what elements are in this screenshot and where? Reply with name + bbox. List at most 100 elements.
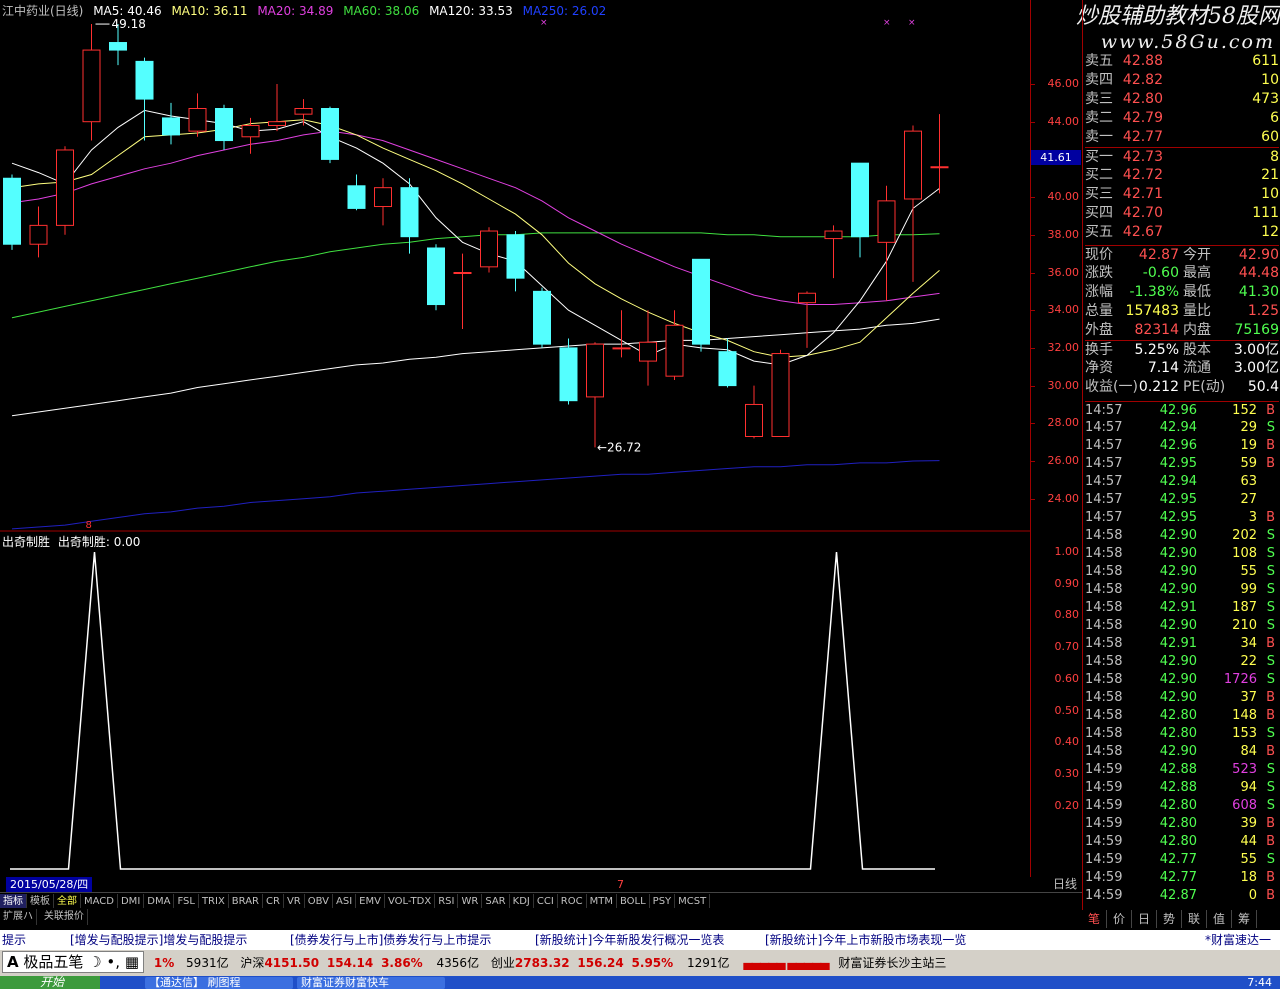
level-volume: 8 (1270, 149, 1279, 165)
period-label[interactable]: 日线 (1053, 877, 1077, 891)
tick-volume: 210 (1232, 618, 1257, 633)
bid-row[interactable]: 买一 42.73 8 (1085, 147, 1279, 167)
tick-price: 42.95 (1159, 492, 1197, 507)
candle-body (321, 108, 339, 160)
level-label: 买四 (1085, 205, 1113, 221)
tick-volume: 29 (1240, 420, 1257, 435)
bid-row[interactable]: 买二 42.72 21 (1085, 166, 1279, 185)
tick-time: 14:58 (1085, 618, 1123, 633)
tick-row: 14:58 42.90 202 S (1085, 527, 1279, 545)
candle (347, 174, 366, 211)
price-tick-label: 34.00 (1047, 303, 1080, 317)
hs-label[interactable]: 沪深 (240, 956, 264, 970)
related-quotes-tab[interactable]: 关联报价 (41, 909, 88, 925)
indicator-title[interactable]: 出奇制胜 (2, 535, 50, 549)
candle-body (268, 121, 286, 126)
candle (506, 231, 525, 292)
news-item[interactable]: [债券发行与上市]债券发行与上市提示 (290, 930, 491, 950)
tick-row: 14:58 42.91 187 S (1085, 599, 1279, 617)
level-volume: 10 (1261, 186, 1279, 202)
extend-tab[interactable]: 扩展ハ (0, 909, 37, 925)
stat-value: -0.60 (1142, 265, 1179, 281)
candle (851, 162, 869, 258)
taskbar-item-broker[interactable]: 财富证券财富快车 (297, 977, 445, 989)
panel-tab[interactable]: 值 (1207, 910, 1232, 928)
bid-row[interactable]: 买三 42.71 10 (1085, 185, 1279, 204)
bid-row[interactable]: 买五 42.67 12 (1085, 223, 1279, 242)
stat-value: 42.87 (1138, 247, 1179, 263)
cy-pct: 5.95% (631, 956, 674, 970)
level-label: 卖二 (1085, 110, 1113, 126)
news-item[interactable]: *财富速达一 (1205, 930, 1271, 950)
tick-direction: S (1266, 600, 1275, 615)
tick-price: 42.95 (1159, 456, 1197, 471)
ime-name: 极品五笔 (23, 953, 84, 971)
tick-row: 14:59 42.87 0 B (1085, 887, 1279, 905)
candle (718, 338, 737, 388)
level-volume: 473 (1252, 91, 1279, 107)
level-label: 买二 (1085, 167, 1113, 183)
tick-time: 14:59 (1085, 834, 1123, 849)
candle-body (506, 234, 525, 279)
stock-name[interactable]: 江中药业(日线) (2, 4, 83, 18)
tick-volume: 153 (1232, 726, 1257, 741)
news-item[interactable]: 提示 (2, 930, 26, 950)
panel-tab[interactable]: 联 (1182, 910, 1207, 928)
tick-time: 14:57 (1085, 403, 1123, 418)
indicator-tick-label: 0.40 (1054, 735, 1080, 749)
kline-chart-area[interactable]: 49.18 ←26.72 8 × × × 江中药业(日线) MA5: 40.46 MA10… (0, 0, 1030, 892)
stat-value: -1.38% (1129, 284, 1179, 300)
ask-row[interactable]: 卖三 42.80 473 (1085, 90, 1279, 109)
panel-tab[interactable]: 筹 (1232, 910, 1257, 928)
news-item[interactable]: [新股统计]今年上市新股市场表现一览 (765, 930, 966, 950)
tick-direction: S (1266, 420, 1275, 435)
panel-tab[interactable]: 势 (1157, 910, 1182, 928)
price-tick (1031, 498, 1035, 500)
candle (3, 174, 21, 250)
tick-price: 42.96 (1159, 438, 1197, 453)
stat-row: 总量 157483 量比 1.25 (1085, 302, 1279, 321)
tick-volume: 59 (1240, 456, 1257, 471)
ask-row[interactable]: 卖一 42.77 60 (1085, 128, 1279, 147)
tick-row: 14:57 42.96 152 B (1085, 401, 1279, 420)
tick-time: 14:58 (1085, 636, 1123, 651)
price-axis: 46.0044.0042.0040.0038.0036.0034.0032.00… (1030, 0, 1083, 907)
index-amount-1: 5931亿 (186, 956, 229, 970)
candle-body (215, 108, 233, 142)
ask-row[interactable]: 卖四 42.82 10 (1085, 71, 1279, 90)
tick-time: 14:58 (1085, 600, 1123, 615)
candle-body (665, 324, 684, 377)
tick-volume: 108 (1232, 546, 1257, 561)
taskbar-item-tdx[interactable]: 【通达信】 刷图程 (145, 977, 293, 989)
news-item[interactable]: [增发与配股提示]增发与配股提示 (70, 930, 247, 950)
ime-indicator[interactable]: A 极品五笔 ☽ •, ▦ (2, 951, 145, 973)
candle (877, 185, 896, 301)
start-button[interactable]: 开始 (0, 976, 100, 989)
news-item[interactable]: [新股统计]今年新股发行概况一览表 (535, 930, 724, 950)
candle (824, 225, 843, 279)
tick-time: 14:58 (1085, 672, 1123, 687)
tick-direction: S (1266, 726, 1275, 741)
panel-tab[interactable]: 日 (1132, 910, 1157, 928)
tick-volume: 63 (1240, 474, 1257, 489)
price-tick (1031, 461, 1035, 462)
panel-tab[interactable]: 价 (1107, 910, 1132, 928)
indicator-tick-label: 0.30 (1054, 766, 1080, 780)
panel-tab[interactable]: 笔 (1082, 910, 1107, 928)
candle-body (533, 290, 551, 345)
tick-direction: B (1266, 438, 1275, 453)
indicator-tick-label: 0.90 (1054, 576, 1080, 590)
bid-row[interactable]: 买四 42.70 111 (1085, 204, 1279, 223)
ask-row[interactable]: 卖二 42.79 6 (1085, 109, 1279, 128)
candle-body (851, 162, 869, 238)
indicator-value: 出奇制胜: 0.00 (57, 535, 141, 549)
tick-volume: 84 (1240, 744, 1257, 759)
ask-row[interactable]: 卖五 42.88 611 (1085, 52, 1279, 71)
index-pct-1: 1% (153, 956, 175, 970)
tick-time: 14:57 (1085, 438, 1123, 453)
keyboard-icon: ▦ (124, 953, 140, 971)
tick-row: 14:57 42.95 59 B (1085, 455, 1279, 473)
level-price: 42.79 (1122, 110, 1163, 126)
kline-chart[interactable]: 49.18 ←26.72 8 × × × (0, 0, 1030, 877)
cy-label[interactable]: 创业 (491, 956, 515, 970)
